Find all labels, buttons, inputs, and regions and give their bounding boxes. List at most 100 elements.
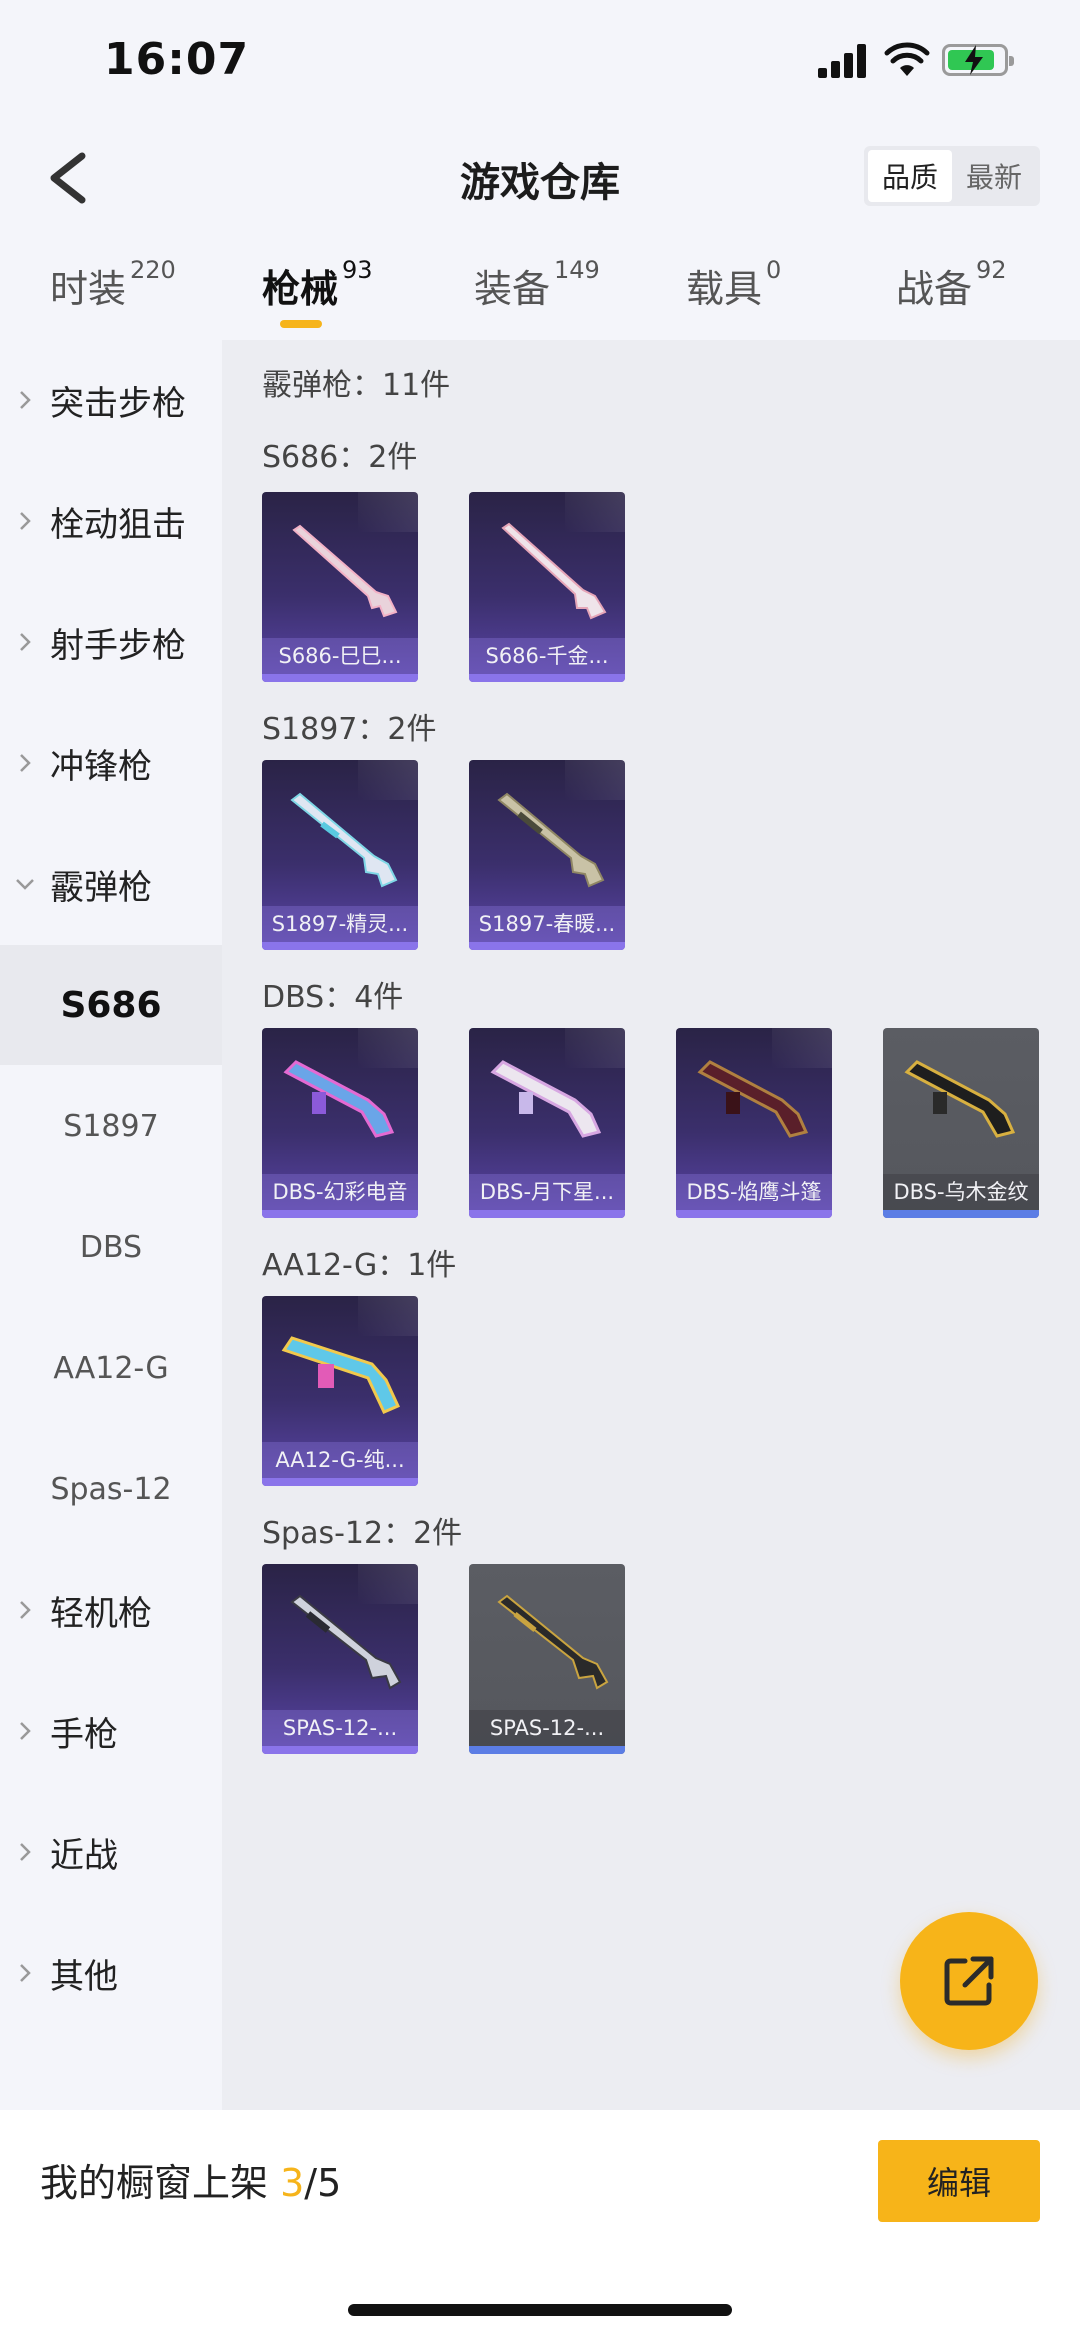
shotgun-icon <box>290 1594 402 1690</box>
item-card[interactable]: S1897-精灵... <box>262 760 418 950</box>
chevron-right-icon <box>0 1962 50 1984</box>
category-tabs: 时装 220 枪械 93 装备 149 载具 0 战备 92 <box>0 240 1080 340</box>
sidebar-item-lmg[interactable]: 轻机枪 <box>0 1550 222 1670</box>
sidebar-item-label: 冲锋枪 <box>50 746 152 787</box>
sidebar-item-label: 轻机枪 <box>50 1593 152 1634</box>
shotgun-icon <box>497 792 605 888</box>
section-title: S686：2件 <box>262 440 418 475</box>
tab-label: 战备 <box>896 267 973 311</box>
sidebar-item-label: 其他 <box>50 1956 118 1997</box>
sidebar-item-pistol[interactable]: 手枪 <box>0 1671 222 1791</box>
item-card[interactable]: DBS-幻彩电音 <box>262 1028 418 1218</box>
shotgun-icon <box>501 522 607 620</box>
category-title: 霰弹枪：11件 <box>262 368 451 403</box>
chevron-right-icon <box>0 510 50 532</box>
chevron-right-icon <box>0 752 50 774</box>
item-name: S686-千金... <box>469 638 625 674</box>
item-card[interactable]: DBS-月下星... <box>469 1028 625 1218</box>
item-card[interactable]: S686-千金... <box>469 492 625 682</box>
sidebar-item-other[interactable]: 其他 <box>0 1913 222 2033</box>
sidebar-item-label: 栓动狙击 <box>50 504 186 545</box>
item-name: DBS-乌木金纹 <box>883 1174 1039 1210</box>
sort-quality-button[interactable]: 品质 <box>868 150 952 202</box>
sidebar-item-marksman-rifle[interactable]: 射手步枪 <box>0 582 222 702</box>
section-title: DBS：4件 <box>262 980 404 1015</box>
tab-supplies[interactable]: 战备 92 <box>896 256 1007 313</box>
item-name: S1897-春暖... <box>469 906 625 942</box>
chevron-right-icon <box>0 1841 50 1863</box>
sidebar-item-label: 近战 <box>50 1835 118 1876</box>
section-title: Spas-12：2件 <box>262 1516 463 1551</box>
item-card[interactable]: S1897-春暖... <box>469 760 625 950</box>
item-card[interactable]: DBS-乌木金纹 <box>883 1028 1039 1218</box>
section-title: AA12-G：1件 <box>262 1248 457 1283</box>
shotgun-icon <box>281 1336 401 1414</box>
tab-count: 93 <box>342 256 373 284</box>
showcase-count: 3 <box>280 2161 305 2205</box>
status-bar: 16:07 <box>0 0 1080 120</box>
item-card[interactable]: SPAS-12-... <box>262 1564 418 1754</box>
sidebar-item-smg[interactable]: 冲锋枪 <box>0 703 222 823</box>
tab-fashion[interactable]: 时装 220 <box>50 256 176 313</box>
item-card[interactable]: S686-巳巳... <box>262 492 418 682</box>
sidebar-item-label: 手枪 <box>50 1714 118 1755</box>
sidebar-subitem-spas12[interactable]: Spas-12 <box>0 1429 222 1549</box>
shotgun-icon <box>292 524 398 618</box>
chevron-right-icon <box>0 1599 50 1621</box>
sidebar-subitem-dbs[interactable]: DBS <box>0 1187 222 1307</box>
sidebar-item-label: 突击步枪 <box>50 383 186 424</box>
tab-label: 枪械 <box>262 267 339 311</box>
active-tab-indicator <box>280 320 322 328</box>
sidebar-item-bolt-sniper[interactable]: 栓动狙击 <box>0 461 222 581</box>
item-card[interactable]: AA12-G-纯... <box>262 1296 418 1486</box>
sidebar-subitem-aa12g[interactable]: AA12-G <box>0 1308 222 1428</box>
sort-newest-button[interactable]: 最新 <box>952 150 1036 202</box>
share-button[interactable] <box>900 1912 1038 2050</box>
chevron-right-icon <box>0 1720 50 1742</box>
sort-toggle: 品质 最新 <box>864 146 1040 206</box>
sidebar-item-melee[interactable]: 近战 <box>0 1792 222 1912</box>
item-name: SPAS-12-... <box>262 1710 418 1746</box>
header: 游戏仓库 品质 最新 <box>0 120 1080 230</box>
item-list: 霰弹枪：11件 S686：2件 S686-巳巳... S686-千金... S1… <box>222 340 1080 2110</box>
chevron-right-icon <box>0 631 50 653</box>
item-card[interactable]: SPAS-12-... <box>469 1564 625 1754</box>
item-card[interactable]: DBS-焰鹰斗篷 <box>676 1028 832 1218</box>
chevron-right-icon <box>0 389 50 411</box>
status-time: 16:07 <box>104 34 250 85</box>
sidebar: 突击步枪 栓动狙击 射手步枪 冲锋枪 霰弹枪 S686 S1897 DBS AA… <box>0 340 222 2110</box>
shotgun-icon <box>497 1594 609 1690</box>
showcase-total: /5 <box>304 2161 342 2205</box>
shotgun-icon <box>283 1060 395 1138</box>
item-name: S1897-精灵... <box>262 906 418 942</box>
tab-label: 装备 <box>474 267 551 311</box>
sidebar-item-shotgun[interactable]: 霰弹枪 <box>0 824 222 944</box>
showcase-status: 我的橱窗上架 3/5 <box>40 2152 341 2207</box>
tab-vehicles[interactable]: 载具 0 <box>686 256 782 313</box>
sidebar-item-label: 霰弹枪 <box>50 867 152 908</box>
item-name: SPAS-12-... <box>469 1710 625 1746</box>
edit-button[interactable]: 编辑 <box>878 2140 1040 2222</box>
section-title: S1897：2件 <box>262 712 437 747</box>
sidebar-item-assault-rifle[interactable]: 突击步枪 <box>0 340 222 460</box>
tab-equipment[interactable]: 装备 149 <box>474 256 600 313</box>
shotgun-icon <box>904 1060 1016 1138</box>
home-indicator <box>348 2304 732 2316</box>
battery-icon <box>942 44 1014 76</box>
item-name: DBS-幻彩电音 <box>262 1174 418 1210</box>
chevron-down-icon <box>0 877 50 891</box>
share-icon <box>944 1956 994 2006</box>
item-name: DBS-焰鹰斗篷 <box>676 1174 832 1210</box>
item-name: S686-巳巳... <box>262 638 418 674</box>
sidebar-subitem-s686[interactable]: S686 <box>0 945 222 1065</box>
showcase-label: 我的橱窗上架 <box>40 2161 281 2205</box>
item-name: AA12-G-纯... <box>262 1442 418 1478</box>
tab-count: 149 <box>554 256 600 284</box>
tab-count: 220 <box>130 256 176 284</box>
bottom-bar: 我的橱窗上架 3/5 编辑 <box>0 2110 1080 2337</box>
tab-count: 0 <box>766 256 782 284</box>
sidebar-subitem-s1897[interactable]: S1897 <box>0 1066 222 1186</box>
tab-guns[interactable]: 枪械 93 <box>262 256 373 313</box>
item-name: DBS-月下星... <box>469 1174 625 1210</box>
tab-label: 时装 <box>50 267 127 311</box>
